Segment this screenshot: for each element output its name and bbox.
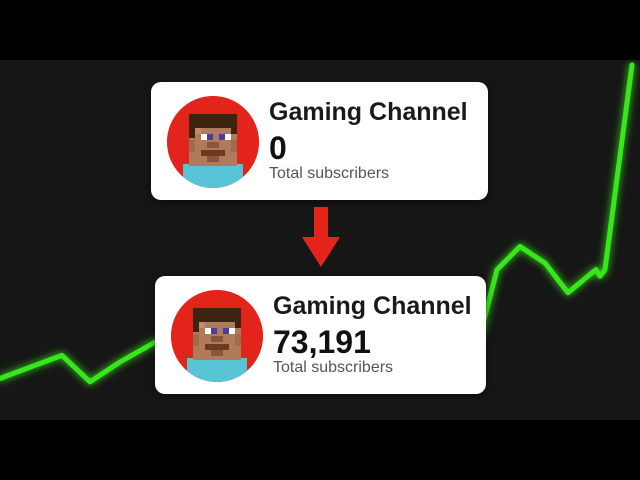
channel-card-before: Gaming Channel 0 Total subscribers — [151, 82, 488, 200]
channel-card-after: Gaming Channel 73,191 Total subscribers — [155, 276, 486, 394]
minecraft-steve-face-icon — [167, 96, 259, 188]
subscriber-label: Total subscribers — [273, 359, 394, 376]
subscriber-count: 73,191 — [273, 324, 371, 360]
arrow-down-icon — [302, 207, 340, 267]
thumbnail: Gaming Channel 0 Total subscribers Gamin… — [0, 0, 640, 480]
channel-avatar — [167, 96, 259, 188]
channel-name: Gaming Channel — [273, 292, 472, 320]
channel-name: Gaming Channel — [269, 98, 468, 126]
subscriber-label: Total subscribers — [269, 165, 390, 182]
channel-avatar — [171, 290, 263, 382]
subscriber-count: 0 — [269, 130, 287, 166]
minecraft-steve-face-icon — [171, 290, 263, 382]
